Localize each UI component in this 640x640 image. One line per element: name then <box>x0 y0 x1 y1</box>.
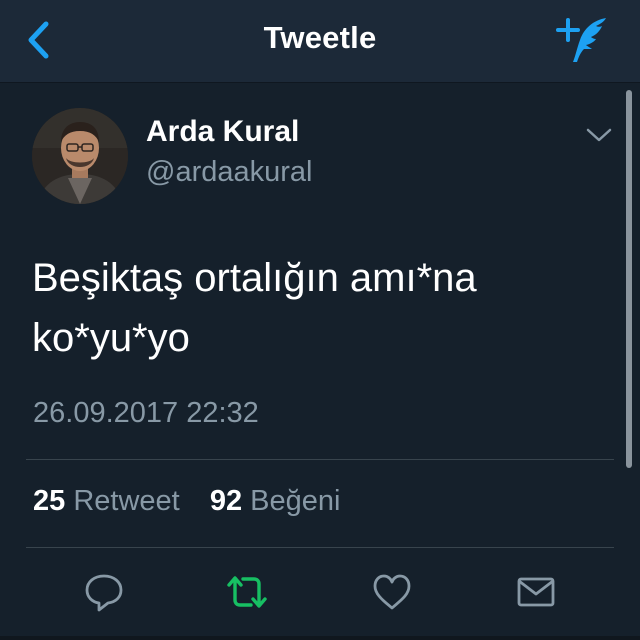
avatar-photo <box>32 108 128 204</box>
bottom-edge <box>0 636 640 640</box>
author-name[interactable]: Arda Kural <box>146 115 299 149</box>
direct-message-button[interactable] <box>514 570 558 614</box>
like-stat[interactable]: 92 Beğeni <box>210 485 341 517</box>
chevron-down-icon <box>586 128 612 142</box>
like-label: Beğeni <box>250 485 341 517</box>
tweet-text: Beşiktaş ortalığın amı*na ko*yu*yo <box>32 248 592 368</box>
divider <box>26 459 614 460</box>
tweet-text-line-1: Beşiktaş ortalığın amı*na <box>32 256 477 300</box>
tweet-stats: 25 Retweet 92 Beğeni <box>33 485 340 518</box>
divider <box>26 547 614 548</box>
tweet-timestamp: 26.09.2017 22:32 <box>33 397 259 429</box>
avatar[interactable] <box>32 108 128 204</box>
like-button[interactable] <box>370 570 414 614</box>
retweet-stat[interactable]: 25 Retweet <box>33 485 188 517</box>
tweet-text-line-2: ko*yu*yo <box>32 316 190 360</box>
navigation-bar: Tweetle <box>0 0 640 82</box>
author-handle[interactable]: @ardaakural <box>146 156 312 189</box>
tweet-detail-screen: Tweetle Arda Kural @ardaakural Beşiktaş … <box>0 0 640 640</box>
compose-tweet-icon <box>556 18 606 62</box>
page-title: Tweetle <box>263 20 377 55</box>
compose-tweet-button[interactable] <box>556 14 612 66</box>
reply-icon <box>85 574 123 612</box>
envelope-icon <box>517 577 555 607</box>
navbar-divider <box>0 82 640 83</box>
tweet-menu-button[interactable] <box>584 122 614 148</box>
retweet-count: 25 <box>33 485 66 517</box>
reply-button[interactable] <box>82 570 126 614</box>
retweet-button[interactable] <box>225 570 269 614</box>
like-count: 92 <box>209 485 243 517</box>
retweet-label: Retweet <box>73 485 180 517</box>
scrollbar[interactable] <box>626 90 632 468</box>
retweet-icon <box>227 576 267 608</box>
heart-icon <box>373 574 411 610</box>
